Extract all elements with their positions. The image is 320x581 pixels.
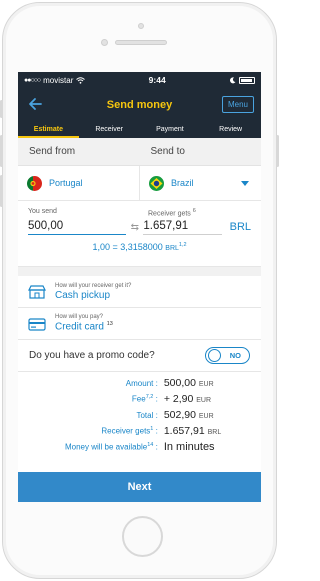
receiver-gets-label: Receiver gets 6 (148, 208, 196, 218)
tab-review[interactable]: Review (200, 122, 261, 138)
carrier-name: movistar (43, 75, 74, 85)
battery-icon (238, 76, 255, 84)
receiver-gets-summary-label: Receiver gets1 : (101, 426, 158, 436)
from-country-select[interactable]: Portugal (18, 166, 139, 200)
power-button (276, 135, 279, 167)
chevron-down-icon[interactable] (241, 181, 249, 186)
you-send-input[interactable]: 500,00 (28, 220, 127, 236)
pay-method-value: Credit card 13 (55, 321, 113, 333)
pay-method-select[interactable]: How will you pay? Credit card 13 (18, 308, 261, 340)
promo-row: Do you have a promo code? NO (18, 340, 261, 372)
back-arrow-icon[interactable] (27, 96, 43, 112)
tab-receiver[interactable]: Receiver (79, 122, 140, 138)
swap-icon[interactable]: ⇆ (126, 222, 143, 235)
summary-section: Amount : 500,00 EUR Fee7,2 : + 2,90 EUR … (18, 372, 261, 457)
promo-question: Do you have a promo code? (29, 350, 155, 361)
receive-method-question: How will your receiver get it? (55, 282, 132, 289)
phone-speaker (115, 40, 167, 45)
receive-currency: BRL (229, 221, 252, 234)
signal-dots-icon: ●●○○○ (24, 76, 41, 84)
receive-method-value: Cash pickup (55, 289, 111, 301)
credit-card-icon (28, 317, 46, 331)
promo-toggle[interactable]: NO (205, 347, 250, 364)
app-screen: ●●○○○ movistar 9:44 Send money Menu Esti… (18, 72, 261, 502)
menu-button[interactable]: Menu (221, 96, 254, 113)
fee-label: Fee7,2 : (131, 394, 158, 404)
send-from-label: Send from (29, 146, 76, 157)
clock: 9:44 (148, 75, 166, 85)
front-camera (101, 39, 108, 46)
page-title: Send money (106, 99, 173, 111)
fee-value: + 2,90 EUR (163, 393, 212, 405)
section-divider (18, 267, 261, 276)
phone-sensor (138, 23, 144, 29)
availability-value: In minutes (163, 441, 215, 453)
amounts-section: You send Receiver gets 6 500,00 ⇆ 1.657,… (18, 201, 261, 267)
wifi-icon (76, 76, 86, 84)
send-labels-row: Send from Send to (18, 138, 261, 166)
send-to-label: Send to (150, 146, 185, 157)
pay-method-question: How will you pay? (55, 314, 104, 321)
tab-estimate[interactable]: Estimate (18, 122, 79, 138)
tab-payment[interactable]: Payment (140, 122, 201, 138)
portugal-flag-icon (27, 175, 42, 191)
brazil-flag-icon (149, 175, 164, 191)
summary-receiver-row: Receiver gets1 : 1.657,91 BRL (28, 425, 251, 441)
amount-value: 500,00 EUR (163, 377, 214, 389)
status-bar: ●●○○○ movistar 9:44 (18, 72, 261, 88)
from-country-name: Portugal (49, 178, 83, 188)
app-header: Send money Menu (18, 88, 261, 122)
moon-icon (229, 76, 236, 83)
you-send-label: You send (28, 208, 57, 215)
summary-fee-row: Fee7,2 : + 2,90 EUR (28, 393, 251, 409)
exchange-rate: 1,00 = 3,3158000 BRL1,2 (92, 242, 187, 253)
summary-total-row: Total : 502,90 EUR (28, 409, 251, 425)
receiver-gets-summary-value: 1.657,91 BRL (163, 425, 222, 437)
receiver-gets-input[interactable]: 1.657,91 (143, 220, 222, 236)
summary-amount-row: Amount : 500,00 EUR (28, 377, 251, 393)
to-country-name: Brazil (171, 178, 194, 188)
to-country-select[interactable]: Brazil (139, 166, 261, 200)
total-value: 502,90 EUR (163, 409, 214, 421)
mute-switch (0, 100, 3, 118)
volume-up-button (0, 135, 3, 167)
total-label: Total : (136, 411, 158, 420)
home-button[interactable] (122, 516, 163, 557)
amount-label: Amount : (125, 379, 158, 388)
country-selectors: Portugal Brazil (18, 166, 261, 201)
summary-available-row: Money will be available14 : In minutes (28, 441, 251, 457)
promo-toggle-label: NO (229, 351, 241, 360)
next-button[interactable]: Next (18, 472, 261, 502)
toggle-knob (208, 349, 221, 362)
store-icon (28, 284, 46, 299)
receive-method-select[interactable]: How will your receiver get it? Cash pick… (18, 276, 261, 308)
step-tabs: Estimate Receiver Payment Review (18, 122, 261, 138)
volume-down-button (0, 175, 3, 207)
availability-label: Money will be available14 : (64, 442, 158, 452)
